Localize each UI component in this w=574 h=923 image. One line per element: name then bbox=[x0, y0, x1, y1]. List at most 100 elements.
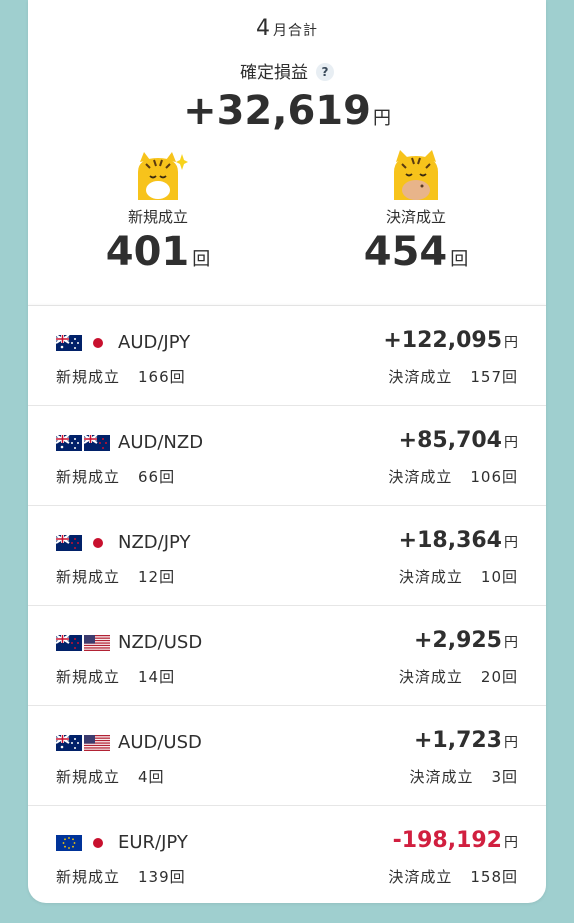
australia-flag-icon bbox=[56, 735, 82, 751]
pair-flags bbox=[56, 435, 112, 451]
new-zealand-flag-icon bbox=[56, 535, 82, 551]
pair-new-count: 新規成立 139回 bbox=[56, 866, 186, 887]
new-label: 新規成立 bbox=[56, 568, 121, 586]
australia-flag-icon bbox=[56, 335, 82, 351]
realized-profit-value: +32,619 円 bbox=[28, 88, 546, 134]
new-label: 新規成立 bbox=[56, 468, 121, 486]
close-label: 決済成立 bbox=[388, 868, 453, 886]
close-label: 決済成立 bbox=[409, 768, 474, 786]
pair-row-aud-nzd[interactable]: AUD/NZD +85,704 円 新規成立 66回 決済成立 106回 bbox=[28, 405, 546, 505]
pair-profit-value: +2,925 bbox=[413, 628, 502, 653]
month-title: 4 月合計 bbox=[28, 16, 546, 41]
pair-row-nzd-jpy[interactable]: NZD/JPY +18,364 円 新規成立 12回 決済成立 10回 bbox=[28, 505, 546, 605]
yen-unit: 円 bbox=[372, 108, 391, 129]
new-orders-summary: 新規成立 401 回 bbox=[58, 150, 258, 275]
close-label: 決済成立 bbox=[388, 368, 453, 386]
pair-new-count: 新規成立 12回 bbox=[56, 566, 175, 587]
count-unit: 回 bbox=[192, 249, 211, 270]
new-value: 66回 bbox=[138, 468, 176, 486]
pair-new-count: 新規成立 4回 bbox=[56, 766, 165, 787]
pair-profit: +18,364 円 bbox=[399, 528, 518, 553]
pair-row-aud-jpy[interactable]: AUD/JPY +122,095 円 新規成立 166回 決済成立 157回 bbox=[28, 305, 546, 405]
eu-flag-icon bbox=[56, 835, 82, 851]
yen-unit: 円 bbox=[504, 435, 518, 451]
count-unit: 回 bbox=[450, 249, 469, 270]
new-label: 新規成立 bbox=[56, 368, 121, 386]
pair-row-eur-jpy[interactable]: EUR/JPY -198,192 円 新規成立 139回 決済成立 158回 bbox=[28, 805, 546, 903]
close-value: 106回 bbox=[470, 468, 518, 486]
pair-close-count: 決済成立 157回 bbox=[388, 366, 518, 387]
close-value: 10回 bbox=[480, 568, 518, 586]
new-orders-label: 新規成立 bbox=[127, 208, 188, 226]
japan-flag-icon bbox=[84, 535, 110, 551]
pair-flags bbox=[56, 335, 112, 351]
close-value: 20回 bbox=[480, 668, 518, 686]
new-label: 新規成立 bbox=[56, 668, 121, 686]
new-value: 166回 bbox=[138, 368, 186, 386]
pair-flags bbox=[56, 635, 112, 651]
summary-header: 4 月合計 確定損益? +32,619 円 新規成立 401 回 決済成立 45… bbox=[28, 0, 546, 305]
close-value: 157回 bbox=[470, 368, 518, 386]
pair-row-nzd-usd[interactable]: NZD/USD +2,925 円 新規成立 14回 決済成立 20回 bbox=[28, 605, 546, 705]
new-orders-number: 401 bbox=[105, 229, 190, 275]
close-label: 決済成立 bbox=[398, 668, 463, 686]
new-label: 新規成立 bbox=[56, 768, 121, 786]
profit-amount: +32,619 bbox=[183, 88, 371, 134]
new-value: 139回 bbox=[138, 868, 186, 886]
yen-unit: 円 bbox=[504, 635, 518, 651]
pair-row-aud-usd[interactable]: AUD/USD +1,723 円 新規成立 4回 決済成立 3回 bbox=[28, 705, 546, 805]
new-orders-count: 401 回 bbox=[58, 229, 258, 275]
help-icon[interactable]: ? bbox=[316, 63, 334, 81]
yen-unit: 円 bbox=[504, 735, 518, 751]
yen-unit: 円 bbox=[504, 335, 518, 351]
settled-orders-number: 454 bbox=[363, 229, 448, 275]
new-label: 新規成立 bbox=[56, 868, 121, 886]
pair-profit: +1,723 円 bbox=[414, 728, 518, 753]
pair-close-count: 決済成立 10回 bbox=[399, 566, 518, 587]
realized-profit-text: 確定損益 bbox=[240, 63, 308, 83]
yen-unit: 円 bbox=[504, 835, 518, 851]
pair-profit: -198,192 円 bbox=[393, 828, 518, 853]
usa-flag-icon bbox=[84, 635, 110, 651]
settled-orders-count: 454 回 bbox=[316, 229, 516, 275]
pair-profit: +2,925 円 bbox=[414, 628, 518, 653]
pair-flags bbox=[56, 535, 112, 551]
pair-profit-value: -198,192 bbox=[392, 828, 502, 853]
pair-profit-value: +85,704 bbox=[398, 428, 502, 453]
settled-orders-label: 決済成立 bbox=[385, 208, 446, 226]
usa-flag-icon bbox=[84, 735, 110, 751]
pair-profit: +85,704 円 bbox=[399, 428, 518, 453]
pair-close-count: 決済成立 3回 bbox=[409, 766, 518, 787]
close-value: 3回 bbox=[491, 768, 518, 786]
tiger-mascot-sparkle-icon bbox=[138, 152, 188, 200]
close-value: 158回 bbox=[470, 868, 518, 886]
australia-flag-icon bbox=[56, 435, 82, 451]
pair-new-count: 新規成立 66回 bbox=[56, 466, 175, 487]
pair-flags bbox=[56, 835, 112, 851]
close-label: 決済成立 bbox=[388, 468, 453, 486]
pair-name: EUR/JPY bbox=[118, 832, 188, 853]
new-zealand-flag-icon bbox=[84, 435, 110, 451]
new-zealand-flag-icon bbox=[56, 635, 82, 651]
pair-name: AUD/USD bbox=[118, 732, 202, 753]
pair-close-count: 決済成立 106回 bbox=[388, 466, 518, 487]
pair-profit: +122,095 円 bbox=[383, 328, 518, 353]
pair-new-count: 新規成立 166回 bbox=[56, 366, 186, 387]
monthly-summary-card: 4 月合計 確定損益? +32,619 円 新規成立 401 回 決済成立 45… bbox=[28, 0, 546, 903]
japan-flag-icon bbox=[84, 835, 110, 851]
month-number: 4 bbox=[256, 16, 271, 41]
pair-profit-value: +122,095 bbox=[383, 328, 502, 353]
settled-orders-summary: 決済成立 454 回 bbox=[316, 150, 516, 275]
pair-close-count: 決済成立 20回 bbox=[399, 666, 518, 687]
pair-name: NZD/USD bbox=[118, 632, 203, 653]
pair-close-count: 決済成立 158回 bbox=[388, 866, 518, 887]
pair-new-count: 新規成立 14回 bbox=[56, 666, 175, 687]
pair-name: NZD/JPY bbox=[118, 532, 191, 553]
close-label: 決済成立 bbox=[398, 568, 463, 586]
yen-unit: 円 bbox=[504, 535, 518, 551]
pair-profit-value: +18,364 bbox=[398, 528, 502, 553]
tiger-mascot-piggy-icon bbox=[394, 150, 438, 200]
pair-name: AUD/JPY bbox=[118, 332, 191, 353]
month-suffix: 月合計 bbox=[273, 23, 318, 39]
new-value: 14回 bbox=[138, 668, 176, 686]
